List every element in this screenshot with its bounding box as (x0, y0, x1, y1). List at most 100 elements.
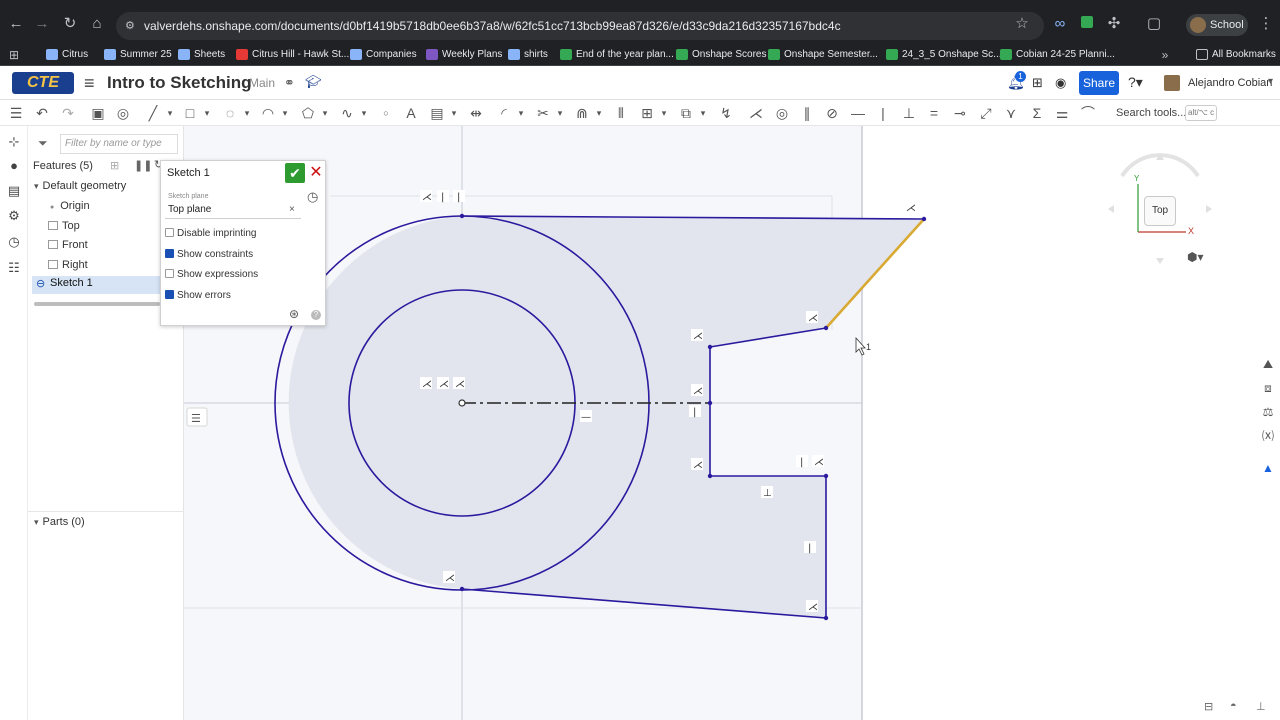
copy-sketch-icon[interactable]: ▣ (88, 103, 108, 123)
view-cube-top-face[interactable]: Top (1144, 196, 1176, 226)
vertex[interactable] (707, 473, 713, 479)
perpendicular-constraint-icon[interactable]: ⊥ (899, 103, 919, 123)
filter-icon[interactable]: ⏷ (38, 136, 48, 151)
site-info-icon[interactable]: ⚙ (125, 12, 135, 40)
user-menu-chevron-icon[interactable]: ▾ (1268, 76, 1273, 87)
user-avatar[interactable] (1164, 75, 1180, 91)
section-view-icon[interactable]: ◓ (1230, 700, 1237, 712)
circle-dropdown-icon[interactable]: ▾ (237, 103, 257, 123)
forward-icon[interactable]: → (32, 14, 52, 34)
document-title[interactable]: Intro to Sketching (107, 72, 252, 94)
extension-green-icon[interactable] (1077, 14, 1097, 34)
coincident-constraint-icon[interactable]: ⋌ (746, 103, 766, 123)
history-icon[interactable]: ◷ (6, 234, 22, 250)
bookmark-item[interactable]: Cobian 24-25 Planni... (1000, 44, 1115, 66)
text-tool-icon[interactable]: A (401, 103, 421, 123)
option-show-errors[interactable]: Show errors (165, 289, 231, 303)
undo-icon[interactable]: ↶ (32, 103, 52, 123)
normal-constraint-icon[interactable]: ⤢ (976, 103, 996, 123)
parts-chevron-icon[interactable]: ▾ (34, 517, 39, 527)
rollback-bar[interactable] (34, 302, 160, 306)
rollback-pause-icon[interactable]: ❚❚ (134, 159, 152, 172)
dialog-help-icon[interactable]: ? (311, 310, 321, 320)
bookmark-item[interactable]: shirts (508, 44, 548, 66)
option-disable-imprinting[interactable]: Disable imprinting (165, 227, 256, 241)
branch-name[interactable]: Main (249, 76, 275, 90)
vertex[interactable] (823, 325, 829, 331)
clear-plane-icon[interactable]: × (289, 204, 295, 215)
graphics-canvas[interactable]: ⋌ | | ⋌ ⋌ ⋌ ⋌ ⋌ ⋌ ⋌ | — ⋌ | ⋌ ⊥ | ⋌ ⋌ ☰ (184, 126, 1280, 720)
render-studio-icon[interactable]: ▲ (1260, 460, 1276, 476)
link-icon[interactable]: ⚭ (284, 75, 295, 91)
constraint-badge-group-top[interactable]: ⋌ | | (420, 190, 465, 203)
bookmark-item[interactable]: Summer 25 (104, 44, 172, 66)
equal-constraint-icon[interactable]: = (924, 103, 944, 123)
sketch-inspect-icon[interactable]: ⊛ (289, 307, 299, 321)
line-dropdown-icon[interactable]: ▾ (160, 103, 180, 123)
app-store-icon[interactable]: ⊞ (1032, 75, 1043, 91)
bookmark-item[interactable]: Citrus Hill - Hawk St... (236, 44, 349, 66)
browser-menu-icon[interactable]: ⋮ (1256, 14, 1276, 34)
bookmark-item[interactable]: Citrus (46, 44, 88, 66)
appearance-icon[interactable]: ⛰ (1260, 356, 1276, 372)
pierce-constraint-icon[interactable]: ⋎ (1001, 103, 1021, 123)
checkbox[interactable] (165, 248, 174, 258)
spline-dropdown-icon[interactable]: ▾ (354, 103, 374, 123)
front-plane-node[interactable]: Front (48, 237, 88, 253)
hamburger-menu-icon[interactable]: ≡ (84, 73, 95, 94)
transform-dropdown-icon[interactable]: ▾ (693, 103, 713, 123)
origin-node[interactable]: ● Origin (50, 198, 90, 216)
all-bookmarks[interactable]: All Bookmarks (1196, 44, 1276, 66)
trim-dropdown-icon[interactable]: ▾ (550, 103, 570, 123)
back-icon[interactable]: ← (6, 14, 26, 34)
variables-icon[interactable]: ☷ (6, 260, 22, 276)
variable-table-icon[interactable]: ⒳ (1260, 428, 1276, 444)
measure-icon[interactable]: ⊥ (1256, 700, 1266, 713)
bookmark-item[interactable]: Sheets (178, 44, 225, 66)
bookmark-item[interactable]: 24_3_5 Onshape Sc... (886, 44, 1002, 66)
search-tools-input[interactable]: Search tools... alt/⌥ c (1110, 104, 1222, 122)
cte-logo[interactable]: CTE (12, 72, 74, 94)
parts-list-icon[interactable]: ⚙ (6, 208, 22, 224)
comments-icon[interactable]: ● (6, 158, 22, 174)
parts-node[interactable]: ▾ Parts (0) (34, 514, 85, 530)
vertex[interactable] (707, 344, 713, 350)
learning-center-icon[interactable]: ◉ (1055, 75, 1066, 91)
user-name[interactable]: Alejandro Cobian (1188, 77, 1272, 89)
sketch-plane-field[interactable]: Sketch plane Top plane × (165, 191, 301, 219)
option-show-expressions[interactable]: Show expressions (165, 268, 258, 282)
notifications-bell-icon[interactable]: 🔔︎ 1 (1007, 71, 1026, 92)
insert-feature-icon[interactable]: ⊹ (6, 134, 22, 150)
education-cap-icon[interactable]: 🎓︎ (305, 74, 322, 90)
expand-chevron-icon[interactable]: ▾ (34, 181, 39, 191)
rectangle-dropdown-icon[interactable]: ▾ (197, 103, 217, 123)
bookmark-item[interactable]: Weekly Plans (426, 44, 502, 66)
fix-constraint-icon[interactable]: ⚌ (1052, 103, 1072, 123)
constraint-badge-group-center[interactable]: ⋌ ⋌ ⋌ (420, 377, 465, 390)
vertex[interactable] (823, 615, 829, 621)
checkbox[interactable] (165, 228, 174, 237)
add-folder-icon[interactable]: ⊞ (110, 159, 119, 172)
cancel-sketch-button[interactable]: ✕ (309, 163, 323, 183)
parallel-constraint-icon[interactable]: ∥ (797, 103, 817, 123)
construction-tool-icon[interactable]: ↯ (716, 103, 736, 123)
features-header[interactable]: Features (5) (33, 158, 93, 174)
view-options-icon[interactable]: ⬢▾ (1187, 250, 1204, 264)
checkbox[interactable] (165, 289, 174, 299)
bookmark-item[interactable]: Companies (350, 44, 417, 66)
redo-icon[interactable]: ↷ (58, 103, 78, 123)
tab-search-icon[interactable]: ▢ (1144, 14, 1164, 34)
symmetric-constraint-icon[interactable]: Σ (1027, 103, 1047, 123)
home-icon[interactable]: ⌂ (87, 14, 107, 34)
vertex[interactable] (459, 586, 465, 592)
top-plane-node[interactable]: Top (48, 218, 80, 234)
feature-filter-input[interactable]: Filter by name or type (60, 134, 178, 154)
configurations-icon[interactable]: ⧈ (1260, 380, 1276, 396)
bookmark-item[interactable]: Onshape Scores (676, 44, 767, 66)
use-tool-icon[interactable]: ◎ (113, 103, 133, 123)
sketch-viewport[interactable]: ⋌ | | ⋌ ⋌ ⋌ ⋌ ⋌ ⋌ ⋌ | — ⋌ | ⋌ ⊥ | ⋌ ⋌ ☰ (184, 126, 1280, 720)
tangent-constraint-icon[interactable]: ⊘ (822, 103, 842, 123)
bookmark-star-icon[interactable]: ☆ (1012, 14, 1032, 34)
address-bar[interactable]: ⚙ valverdehs.onshape.com/documents/d0bf1… (116, 12, 1044, 40)
more-bookmarks-icon[interactable]: » (1155, 45, 1175, 65)
